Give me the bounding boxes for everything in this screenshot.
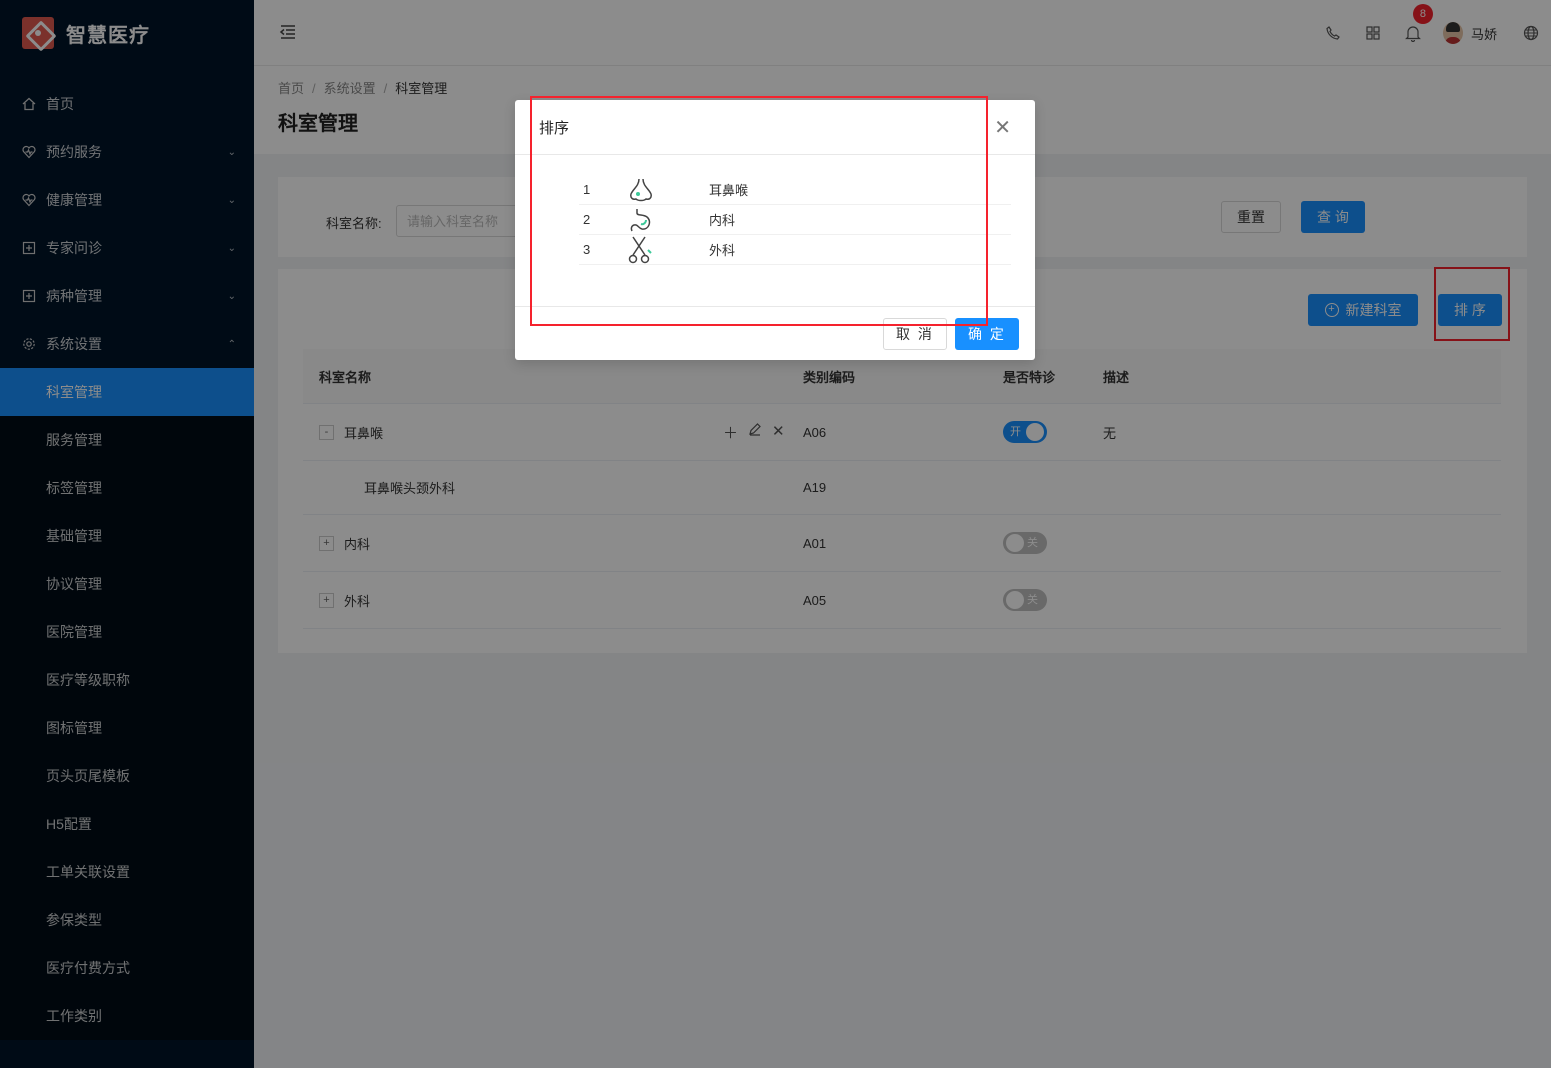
sort-item-name: 外科: [709, 243, 736, 258]
list-item[interactable]: 1 耳鼻喉: [579, 175, 1011, 205]
list-item[interactable]: 3 外科: [579, 235, 1011, 265]
confirm-button[interactable]: 确 定: [955, 318, 1019, 350]
sort-number: 3: [583, 242, 591, 257]
nose-icon: [627, 177, 709, 203]
sort-number: 1: [583, 182, 591, 197]
sort-modal: 排序 ✕ 1 耳鼻喉 2 内科 3 外科 取 消 确 定: [515, 100, 1035, 360]
modal-footer: 取 消 确 定: [883, 318, 1019, 350]
sort-number: 2: [583, 212, 591, 227]
list-item[interactable]: 2 内科: [579, 205, 1011, 235]
sort-list: 1 耳鼻喉 2 内科 3 外科: [515, 155, 1035, 307]
close-icon[interactable]: ✕: [994, 115, 1011, 140]
sort-item-name: 耳鼻喉: [709, 183, 749, 198]
modal-header: 排序 ✕: [515, 100, 1035, 155]
modal-title: 排序: [539, 119, 570, 137]
cancel-button[interactable]: 取 消: [883, 318, 947, 350]
stomach-icon: [627, 207, 709, 233]
sort-item-name: 内科: [709, 213, 736, 228]
scissors-icon: [627, 236, 709, 264]
